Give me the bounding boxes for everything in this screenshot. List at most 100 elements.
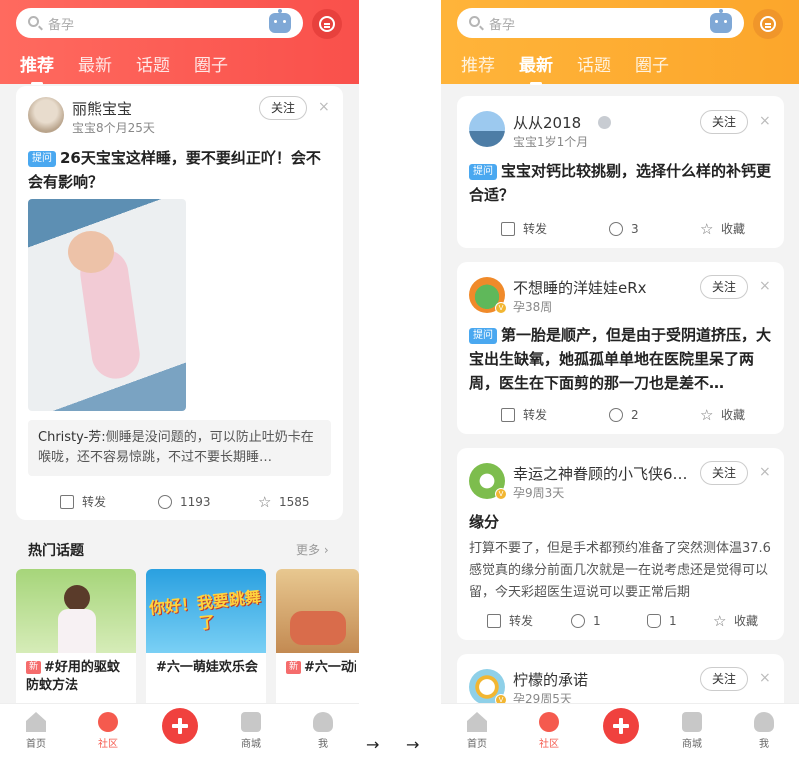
ask-tag: 提问 <box>28 151 56 167</box>
publish-plus-button[interactable] <box>162 708 198 744</box>
topic-text: 新 #好用的驱蚊防蚊方法 <box>26 660 120 693</box>
avatar[interactable] <box>28 97 64 133</box>
tab-latest[interactable]: 最新 <box>519 51 553 85</box>
search-placeholder: 备孕 <box>489 18 516 33</box>
tab-latest[interactable]: 最新 <box>78 51 112 76</box>
post-title[interactable]: 提问 26天宝宝这样睡，要不要纠正吖！会不会有影响？ <box>28 146 328 194</box>
favorite-button[interactable]: ☆ 收藏 <box>713 611 758 631</box>
nav-me[interactable]: 我 <box>298 712 348 750</box>
search-bar[interactable]: 备孕 <box>457 8 744 38</box>
post-card[interactable]: 丽熊宝宝 宝宝8个月25天 关注 × 提问 26天宝宝这样睡，要不要纠正吖！会不会… <box>16 86 343 520</box>
user-meta: 孕38周 <box>513 300 553 314</box>
nav-home[interactable]: 首页 <box>11 712 61 750</box>
share-button[interactable]: 转发 <box>501 219 547 239</box>
tab-circles[interactable]: 圈子 <box>635 51 669 76</box>
username[interactable]: 柠檬的承诺 <box>513 669 588 690</box>
share-icon <box>60 495 74 509</box>
search-placeholder: 备孕 <box>48 18 75 33</box>
shop-bag-icon <box>241 712 261 732</box>
follow-button[interactable]: 关注 <box>700 667 748 691</box>
nav-home[interactable]: 首页 <box>452 712 502 750</box>
user-meta: 宝宝8个月25天 <box>72 121 155 135</box>
username[interactable]: 幸运之神眷顾的小飞侠6… <box>513 463 695 484</box>
topic-card[interactable]: 新 #好用的驱蚊防蚊方法 <box>16 569 136 709</box>
arrow-glyph: → <box>366 735 380 754</box>
comment-button[interactable]: 1193 <box>158 492 211 512</box>
follow-button[interactable]: 关注 <box>700 461 748 485</box>
favorite-button[interactable]: ☆ 收藏 <box>700 405 745 425</box>
post-card[interactable]: V 不想睡的洋娃娃eRx 孕38周 关注 × 提问 第一胎是顺产，但是由于受阴道挤… <box>457 262 784 434</box>
comment-button[interactable]: 3 <box>609 219 639 239</box>
topic-card[interactable]: 新#六一动画赏 <box>276 569 359 709</box>
close-icon[interactable]: × <box>759 278 771 294</box>
tab-topics[interactable]: 话题 <box>577 51 611 76</box>
robot-assistant-icon[interactable] <box>710 9 732 33</box>
ask-tag: 提问 <box>469 328 497 344</box>
featured-comment[interactable]: Christy-芳:侧睡是没问题的，可以防止吐奶卡在喉咙，还不容易惊跳，不过不要… <box>28 420 331 476</box>
tab-circles[interactable]: 圈子 <box>194 51 228 76</box>
follow-button[interactable]: 关注 <box>259 96 307 120</box>
tab-recommend[interactable]: 推荐 <box>20 51 54 85</box>
search-icon <box>28 16 39 27</box>
post-actions: 转发 3 ☆ 收藏 <box>457 219 784 243</box>
message-button[interactable] <box>753 9 783 39</box>
close-icon[interactable]: × <box>318 99 330 115</box>
username[interactable]: 不想睡的洋娃娃eRx <box>513 277 647 298</box>
top-header: 备孕 推荐 最新 话题 圈子 <box>441 0 799 85</box>
nav-mall[interactable]: 商城 <box>226 712 276 750</box>
username[interactable]: 从从2018 <box>513 112 581 133</box>
right-screen: 备孕 推荐 最新 话题 圈子 从从2018 宝宝1岁1个月 关注 × 提问 宝宝对… <box>441 0 799 759</box>
post-title[interactable]: 提问 第一胎是顺产，但是由于受阴道挤压，大宝出生缺氧，她孤孤单单地在医院里呆了两周… <box>469 323 774 395</box>
level-badge <box>598 116 611 129</box>
message-button[interactable] <box>312 9 342 39</box>
nav-community[interactable]: 社区 <box>83 712 133 750</box>
heart-icon <box>539 712 559 732</box>
robot-assistant-icon[interactable] <box>269 9 291 33</box>
like-button[interactable]: 1 <box>647 611 677 631</box>
post-title[interactable]: 提问 宝宝对钙比较挑剔，选择什么样的补钙更合适？ <box>469 159 774 207</box>
share-button[interactable]: 转发 <box>501 405 547 425</box>
post-card[interactable]: V 幸运之神眷顾的小飞侠6… 孕9周3天 关注 × 缘分 打算不要了，但是手术都… <box>457 448 784 640</box>
share-icon <box>487 614 501 628</box>
close-icon[interactable]: × <box>759 670 771 686</box>
follow-button[interactable]: 关注 <box>700 275 748 299</box>
comment-button[interactable]: 1 <box>571 611 601 631</box>
follow-button[interactable]: 关注 <box>700 110 748 134</box>
close-icon[interactable]: × <box>759 464 771 480</box>
star-icon: ☆ <box>700 220 714 238</box>
favorite-button[interactable]: ☆ 收藏 <box>700 219 745 239</box>
comment-button[interactable]: 2 <box>609 405 639 425</box>
nav-me[interactable]: 我 <box>739 712 789 750</box>
new-badge: 新 <box>26 661 42 674</box>
tab-recommend[interactable]: 推荐 <box>461 51 495 76</box>
avatar[interactable] <box>469 111 505 147</box>
post-card[interactable]: 从从2018 宝宝1岁1个月 关注 × 提问 宝宝对钙比较挑剔，选择什么样的补钙更… <box>457 96 784 248</box>
verified-badge: V <box>495 302 507 314</box>
top-header: 备孕 推荐 最新 话题 圈子 <box>0 0 359 85</box>
post-title[interactable]: 缘分 <box>469 510 774 534</box>
share-button[interactable]: 转发 <box>60 492 106 512</box>
tab-bar: 推荐 最新 话题 圈子 <box>0 48 359 85</box>
share-button[interactable]: 转发 <box>487 611 533 631</box>
username[interactable]: 丽熊宝宝 <box>72 98 132 119</box>
topic-image: 你好！我要跳舞了 <box>146 569 266 653</box>
home-icon <box>26 712 46 732</box>
close-icon[interactable]: × <box>759 113 771 129</box>
favorite-button[interactable]: ☆ 1585 <box>258 492 310 512</box>
heart-icon <box>98 712 118 732</box>
search-bar[interactable]: 备孕 <box>16 8 303 38</box>
verified-badge: V <box>495 488 507 500</box>
topic-card[interactable]: 你好！我要跳舞了 #六一萌娃欢乐会 <box>146 569 266 709</box>
comment-icon <box>158 495 172 509</box>
tab-topics[interactable]: 话题 <box>136 51 170 76</box>
search-icon <box>469 16 480 27</box>
post-photo[interactable] <box>28 199 186 411</box>
nav-community[interactable]: 社区 <box>524 712 574 750</box>
nav-mall[interactable]: 商城 <box>667 712 717 750</box>
comment-user[interactable]: Christy-芳: <box>38 430 106 445</box>
publish-plus-button[interactable] <box>603 708 639 744</box>
post-body[interactable]: 打算不要了，但是手术都预约准备了突然测体温37.6感觉真的缘分前面几次就是一在说… <box>469 538 774 604</box>
new-badge: 新 <box>286 661 302 674</box>
more-link[interactable]: 更多 › <box>296 541 329 558</box>
thumbs-up-icon <box>647 614 661 628</box>
